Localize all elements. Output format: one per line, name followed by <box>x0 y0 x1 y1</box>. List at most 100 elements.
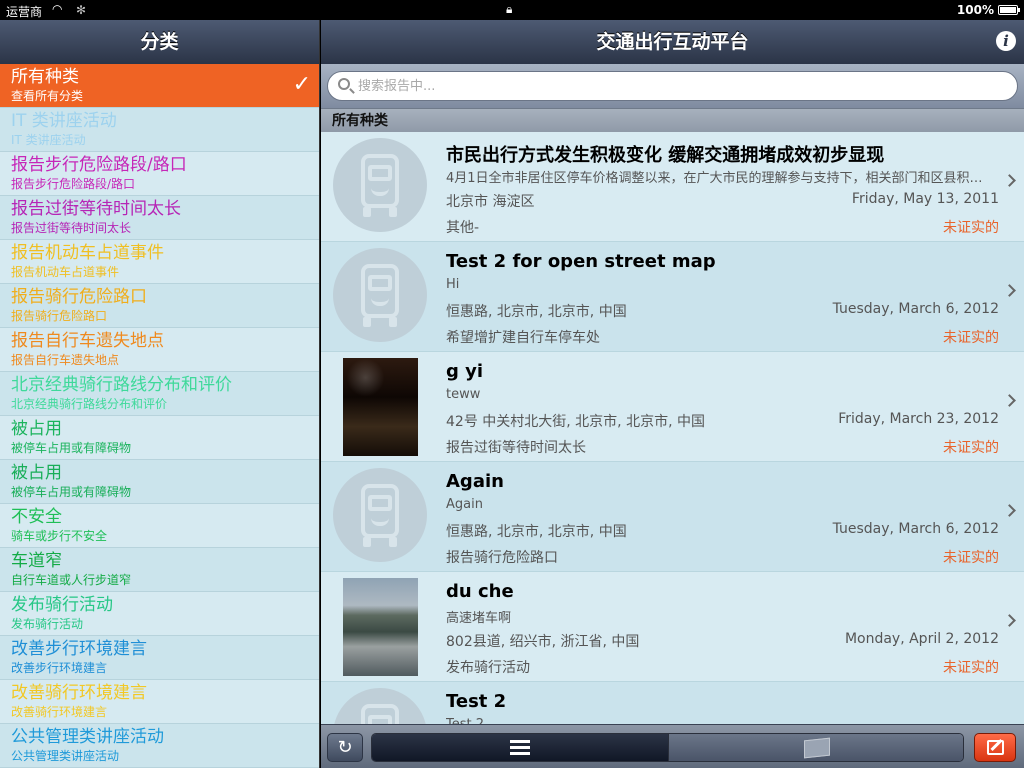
category-item[interactable]: 被占用 被停车占用或有障碍物 <box>0 416 319 460</box>
category-item[interactable]: 被占用 被停车占用或有障碍物 <box>0 460 319 504</box>
report-location: 恒惠路, 北京市, 北京市, 中国 <box>446 524 627 540</box>
report-date: Monday, April 2, 2012 <box>844 631 999 647</box>
report-category: 报告过街等待时间太长 <box>446 440 586 456</box>
report-status: 未证实的 <box>943 330 999 346</box>
chevron-right-icon <box>1003 614 1016 627</box>
report-row[interactable]: g yi teww 42号 中关村北大街, 北京市, 北京市, 中国 Friday, … <box>321 352 1024 462</box>
map-view-segment[interactable] <box>668 734 963 761</box>
category-item[interactable]: 报告机动车占道事件 报告机动车占道事件 <box>0 240 319 284</box>
category-subtitle-label: 自行车道或人行步道窄 <box>11 573 132 587</box>
report-status: 未证实的 <box>943 660 999 676</box>
category-subtitle-label: 被停车占用或有障碍物 <box>11 485 132 499</box>
report-title: g yi <box>446 361 484 382</box>
app-title: 交通出行互动平台 <box>596 31 749 53</box>
category-title-label: 被占用 <box>11 419 62 439</box>
category-item[interactable]: 北京经典骑行路线分布和评价 北京经典骑行路线分布和评价 <box>0 372 319 416</box>
wifi-icon: ◠ <box>52 2 63 16</box>
category-title-label: 报告步行危险路段/路口 <box>11 155 187 175</box>
report-date: Friday, May 13, 2011 <box>851 191 999 207</box>
list-view-segment[interactable] <box>372 734 668 761</box>
category-item[interactable]: 改善步行环境建言 改善步行环境建言 <box>0 636 319 680</box>
category-subtitle-label: 报告机动车占道事件 <box>11 265 120 279</box>
checkmark-icon: ✓ <box>292 72 311 97</box>
category-item[interactable]: IT 类讲座活动 IT 类讲座活动 <box>0 108 319 152</box>
report-date: Tuesday, March 6, 2012 <box>832 521 999 537</box>
category-title-label: 报告机动车占道事件 <box>11 243 164 263</box>
report-description: Again <box>446 497 483 512</box>
report-location: 恒惠路, 北京市, 北京市, 中国 <box>446 304 627 320</box>
category-item[interactable]: 所有种类查看所有分类 ✓ <box>0 64 319 108</box>
compose-report-button[interactable] <box>974 733 1016 762</box>
category-title-label: 车道窄 <box>11 551 62 571</box>
search-icon <box>338 78 350 90</box>
carrier-label: 运营商 <box>6 5 43 19</box>
category-title: 分类 <box>0 20 319 64</box>
report-title: 市民出行方式发生积极变化 缓解交通拥堵成效初步显现 <box>446 145 885 166</box>
chevron-right-icon <box>1003 504 1016 517</box>
category-title-label: 报告过街等待时间太长 <box>11 199 181 219</box>
report-thumbnail <box>333 248 427 344</box>
category-item[interactable]: 改善骑行环境建言 改善骑行环境建言 <box>0 680 319 724</box>
report-category: 其他- <box>446 220 480 236</box>
category-title-label: 改善步行环境建言 <box>11 639 147 659</box>
report-location: 802县道, 绍兴市, 浙江省, 中国 <box>446 634 640 650</box>
report-description: 高速堵车啊 <box>446 611 512 626</box>
report-row[interactable]: Test 2 for open street map Hi 恒惠路, 北京市, 北京… <box>321 242 1024 352</box>
category-subtitle-label: 改善步行环境建言 <box>11 661 108 675</box>
report-pane: 交通出行互动平台 i 所有种类 市民出行方式发生积极变化 缓解交通拥堵成效初步显… <box>321 20 1024 768</box>
report-status: 未证实的 <box>943 550 999 566</box>
report-row[interactable]: du che 高速堵车啊 802县道, 绍兴市, 浙江省, 中国 Monday, Ap… <box>321 572 1024 682</box>
search-bar <box>321 64 1024 108</box>
category-title-label: IT 类讲座活动 <box>11 111 117 131</box>
search-box[interactable] <box>327 71 1018 101</box>
category-item[interactable]: 报告步行危险路段/路口 报告步行危险路段/路口 <box>0 152 319 196</box>
category-subtitle-label: IT 类讲座活动 <box>11 133 86 147</box>
report-date: Friday, March 23, 2012 <box>838 411 999 427</box>
category-subtitle-label: 报告骑行危险路口 <box>11 309 108 323</box>
report-thumbnail <box>333 138 427 234</box>
report-location: 42号 中关村北大街, 北京市, 北京市, 中国 <box>446 414 705 430</box>
app-navbar: 交通出行互动平台 i <box>321 20 1024 64</box>
chevron-right-icon <box>1003 394 1016 407</box>
battery-icon <box>998 5 1020 15</box>
list-icon <box>510 740 530 756</box>
category-subtitle-label: 报告过街等待时间太长 <box>11 221 132 235</box>
category-title-label: 报告骑行危险路口 <box>11 287 147 307</box>
category-subtitle-label: 查看所有分类 <box>11 89 84 103</box>
report-title: Test 2 for open street map <box>446 251 716 272</box>
category-item[interactable]: 公共管理类讲座活动 公共管理类讲座活动 <box>0 724 319 768</box>
info-icon[interactable]: i <box>996 31 1016 51</box>
category-title-label: 报告自行车遗失地点 <box>11 331 164 351</box>
report-row[interactable]: 市民出行方式发生积极变化 缓解交通拥堵成效初步显现 4月1日全市非居住区停车价格调… <box>321 132 1024 242</box>
category-title-label: 北京经典骑行路线分布和评价 <box>11 375 232 395</box>
report-thumbnail <box>333 468 427 564</box>
bus-placeholder-icon <box>333 468 427 562</box>
refresh-button[interactable]: ↻ <box>327 733 363 762</box>
report-thumbnail <box>333 358 427 456</box>
category-title-label: 所有种类 <box>11 67 79 87</box>
map-icon <box>804 737 830 759</box>
category-item[interactable]: 报告骑行危险路口 报告骑行危险路口 <box>0 284 319 328</box>
category-item[interactable]: 报告过街等待时间太长 报告过街等待时间太长 <box>0 196 319 240</box>
report-description: Hi <box>446 277 460 292</box>
report-category: 报告骑行危险路口 <box>446 550 558 566</box>
category-title-label: 发布骑行活动 <box>11 595 113 615</box>
report-description: 4月1日全市非居住区停车价格调整以来，在广大市民的理解参与支持下，相关部门和区县… <box>446 171 994 186</box>
category-subtitle-label: 公共管理类讲座活动 <box>11 749 120 763</box>
chevron-right-icon <box>1003 284 1016 297</box>
refresh-icon: ↻ <box>337 737 353 758</box>
search-input[interactable] <box>358 76 978 96</box>
category-subtitle-label: 骑车或步行不安全 <box>11 529 108 543</box>
category-item[interactable]: 报告自行车遗失地点 报告自行车遗失地点 <box>0 328 319 372</box>
category-item[interactable]: 不安全 骑车或步行不安全 <box>0 504 319 548</box>
category-item[interactable]: 车道窄自行车道或人行步道窄 <box>0 548 319 592</box>
bus-placeholder-icon <box>333 138 427 232</box>
report-title: Test 2 <box>446 691 507 712</box>
category-title-label: 改善骑行环境建言 <box>11 683 147 703</box>
report-thumbnail <box>333 578 427 676</box>
category-subtitle-label: 发布骑行活动 <box>11 617 84 631</box>
report-row[interactable]: Again Again 恒惠路, 北京市, 北京市, 中国 Tuesday, Marc… <box>321 462 1024 572</box>
category-item[interactable]: 发布骑行活动 发布骑行活动 <box>0 592 319 636</box>
category-subtitle-label: 北京经典骑行路线分布和评价 <box>11 397 168 411</box>
category-subtitle-label: 报告步行危险路段/路口 <box>11 177 136 191</box>
